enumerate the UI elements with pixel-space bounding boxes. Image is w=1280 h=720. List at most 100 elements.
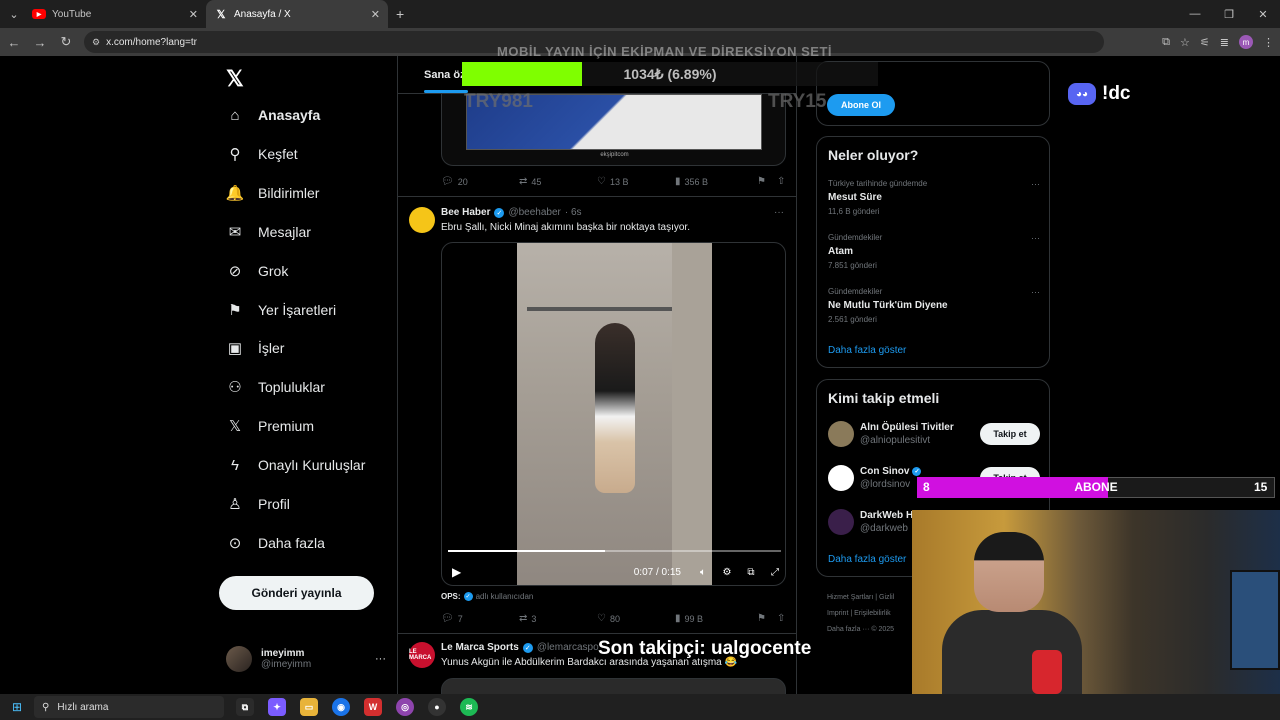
volume-icon[interactable]: 🔈︎ (691, 567, 715, 578)
trend-item[interactable]: Türkiye tarihinde gündemde Mesut Süre 11… (828, 179, 1040, 216)
tab-youtube[interactable]: ▶ YouTube ✕ (24, 0, 206, 28)
wps-icon[interactable]: W (364, 698, 382, 716)
post-button[interactable]: Gönderi yayınla (219, 576, 374, 610)
windows-start-icon[interactable]: ⊞ (0, 700, 34, 714)
play-icon[interactable]: ▶ (452, 565, 461, 579)
trend-item[interactable]: Gündemdekiler Ne Mutlu Türk'üm Diyene 2.… (828, 287, 1040, 324)
nav-item-7[interactable]: ⚇ Topluluklar (226, 372, 325, 402)
show-more-link[interactable]: Daha fazla göster (828, 554, 906, 565)
ops-text[interactable]: adlı kullanıcıdan (476, 592, 534, 601)
bookmark-button[interactable]: ⚑ (757, 176, 777, 187)
settings-icon[interactable]: ⚙ (715, 567, 739, 578)
close-icon[interactable]: ✕ (371, 8, 380, 21)
tab-label: YouTube (52, 8, 92, 20)
follow-suggestion[interactable]: Alnı Öpülesi Tivitler @alniopulesitivt T… (828, 419, 1040, 449)
site-info-icon[interactable]: ⚙ (92, 37, 100, 48)
close-icon[interactable]: ✕ (189, 8, 198, 21)
nav-item-label: Mesajlar (258, 223, 311, 240)
nav-item-4[interactable]: ⊘ Grok (226, 256, 289, 286)
app-icon[interactable]: ◎ (396, 698, 414, 716)
restore-button[interactable]: ❐ (1212, 0, 1246, 28)
close-window-button[interactable]: ✕ (1246, 0, 1280, 28)
taskbar-search[interactable]: ⚲ Hızlı arama (34, 696, 224, 718)
show-more-link[interactable]: Daha fazla göster (828, 345, 906, 356)
tab-x-home[interactable]: 𝕏 Anasayfa / X ✕ (206, 0, 388, 28)
more-icon[interactable]: ··· (1031, 287, 1040, 297)
webcam-feed (912, 510, 1280, 694)
menu-icon[interactable]: ⋮ (1263, 36, 1274, 49)
author-name[interactable]: Le Marca Sports (441, 642, 519, 653)
share-button[interactable]: ⇧ (777, 613, 785, 624)
lightning-icon: ϟ (231, 456, 239, 474)
reading-list-icon[interactable]: ≣ (1220, 36, 1229, 49)
author-name[interactable]: Bee Haber (441, 207, 490, 218)
nav-item-3[interactable]: ✉ Mesajlar (226, 217, 311, 247)
tab-for-you[interactable]: Sana öz (424, 69, 466, 81)
footer-link[interactable]: Hizmet Şartları | (827, 594, 877, 601)
bookmark-button[interactable]: ⚑ (757, 613, 777, 624)
tweet-time[interactable]: · 6s (565, 207, 582, 218)
spotify-icon[interactable]: ≋ (460, 698, 478, 716)
footer-link[interactable]: Erişilebilirlik (854, 610, 891, 617)
nav-item-0[interactable]: ⌂ Anasayfa (226, 100, 320, 130)
views-button[interactable]: ▮ 356 B (675, 176, 757, 187)
nav-item-11[interactable]: ⊙ Daha fazla (226, 528, 325, 558)
trend-context: Gündemdekiler (828, 287, 883, 296)
reply-icon: 💬︎ (441, 613, 454, 624)
nav-item-9[interactable]: ϟ Onaylı Kuruluşlar (226, 450, 365, 480)
task-view-icon[interactable]: ⧉ (236, 698, 254, 716)
nav-item-10[interactable]: ♙ Profil (226, 489, 290, 519)
reply-button[interactable]: 💬︎ 7 (441, 613, 519, 624)
reply-button[interactable]: 💬︎ 20 (441, 176, 519, 187)
more-icon[interactable]: ··· (375, 653, 386, 665)
more-icon[interactable]: ··· (1031, 179, 1040, 189)
pip-icon[interactable]: ⧉ (739, 567, 763, 578)
trend-title: Ne Mutlu Türk'üm Diyene (828, 300, 948, 311)
author-handle[interactable]: @lemarcaspo (537, 642, 599, 653)
share-button[interactable]: ⇧ (777, 176, 785, 187)
tab-label: Anasayfa / X (234, 8, 291, 20)
chrome-icon[interactable]: ◉ (332, 698, 350, 716)
nav-item-6[interactable]: ▣ İşler (226, 333, 285, 363)
install-app-icon[interactable]: ⧉ (1162, 36, 1170, 49)
follow-button[interactable]: Takip et (980, 423, 1040, 445)
video-player[interactable]: ▶ 0:07 / 0:15 🔈︎ ⚙ ⧉ ⤢ (441, 242, 786, 586)
reload-button[interactable]: ↻ (54, 34, 78, 50)
footer-link[interactable]: Daha fazla ··· © 2025 (827, 626, 894, 633)
bookmark-star-icon[interactable]: ☆ (1180, 36, 1190, 49)
repost-button[interactable]: ⇄ 45 (519, 176, 597, 187)
minimize-button[interactable]: — (1178, 0, 1212, 28)
nav-item-8[interactable]: 𝕏 Premium (226, 411, 314, 441)
like-button[interactable]: ♡ 13 B (597, 176, 675, 187)
tweet-media[interactable] (441, 678, 786, 694)
bookmark-icon: ⚑ (757, 613, 766, 624)
author-handle[interactable]: @beehaber (508, 207, 560, 218)
tab-search-button[interactable]: ⌄ (4, 4, 24, 24)
extensions-icon[interactable]: ⚟ (1200, 36, 1210, 49)
more-icon[interactable]: ··· (774, 207, 784, 218)
x-logo-icon[interactable]: 𝕏 (226, 66, 244, 92)
fullscreen-icon[interactable]: ⤢ (763, 567, 785, 578)
account-switcher[interactable]: imeyimm @imeyimm ··· (226, 646, 386, 672)
back-button[interactable]: ← (2, 35, 26, 50)
more-icon[interactable]: ··· (1031, 233, 1040, 243)
copilot-icon[interactable]: ✦ (268, 698, 286, 716)
like-button[interactable]: ♡ 80 (597, 613, 675, 624)
nav-item-1[interactable]: ⚲ Keşfet (226, 139, 298, 169)
trend-item[interactable]: Gündemdekiler Atam 7.851 gönderi ··· (828, 233, 1040, 270)
profile-avatar[interactable]: m (1239, 35, 1253, 49)
avatar[interactable] (409, 207, 435, 233)
subscribe-button[interactable]: Abone Ol (827, 94, 895, 116)
nav-item-5[interactable]: ⚑ Yer İşaretleri (226, 295, 336, 325)
avatar[interactable]: LE MARCA (409, 642, 435, 668)
forward-button[interactable]: → (28, 35, 52, 50)
new-tab-button[interactable]: + (396, 6, 404, 22)
footer-link[interactable]: Gizlil (879, 594, 894, 601)
video-attribution: OPS: ✓ adlı kullanıcıdan (441, 592, 533, 601)
file-explorer-icon[interactable]: ▭ (300, 698, 318, 716)
repost-button[interactable]: ⇄ 3 (519, 613, 597, 624)
obs-icon[interactable]: ● (428, 698, 446, 716)
footer-link[interactable]: Imprint | (827, 610, 852, 617)
views-button[interactable]: ▮ 99 B (675, 613, 757, 624)
nav-item-2[interactable]: 🔔 Bildirimler (226, 178, 320, 208)
